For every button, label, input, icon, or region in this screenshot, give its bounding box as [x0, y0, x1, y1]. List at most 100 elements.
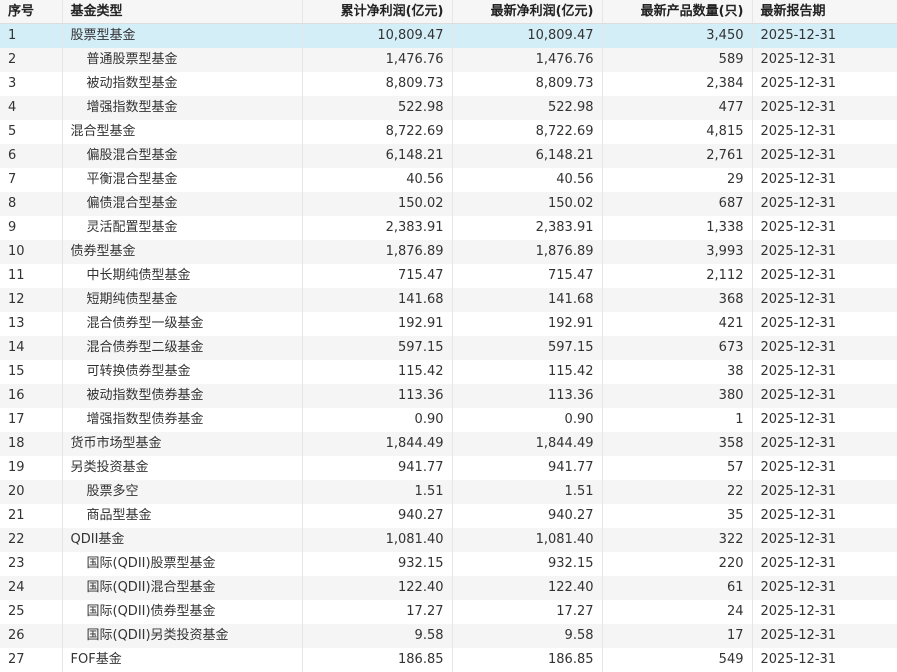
cell-cumulative-profit: 522.98 — [302, 96, 452, 120]
cell-report-date: 2025-12-31 — [752, 144, 897, 168]
header-product-count[interactable]: 最新产品数量(只) — [602, 0, 752, 24]
cell-index: 9 — [0, 216, 62, 240]
cell-fund-type: 增强指数型基金 — [62, 96, 302, 120]
table-row[interactable]: 6偏股混合型基金6,148.216,148.212,7612025-12-31 — [0, 144, 897, 168]
cell-report-date: 2025-12-31 — [752, 384, 897, 408]
header-cumulative-profit[interactable]: 累计净利润(亿元) — [302, 0, 452, 24]
cell-product-count: 358 — [602, 432, 752, 456]
cell-product-count: 57 — [602, 456, 752, 480]
cell-report-date: 2025-12-31 — [752, 168, 897, 192]
cell-cumulative-profit: 17.27 — [302, 600, 452, 624]
cell-report-date: 2025-12-31 — [752, 336, 897, 360]
cell-cumulative-profit: 0.90 — [302, 408, 452, 432]
cell-product-count: 35 — [602, 504, 752, 528]
cell-report-date: 2025-12-31 — [752, 600, 897, 624]
table-row[interactable]: 26国际(QDII)另类投资基金9.589.58172025-12-31 — [0, 624, 897, 648]
cell-product-count: 2,761 — [602, 144, 752, 168]
cell-latest-profit: 715.47 — [452, 264, 602, 288]
cell-report-date: 2025-12-31 — [752, 528, 897, 552]
cell-fund-type: 另类投资基金 — [62, 456, 302, 480]
cell-fund-type: 国际(QDII)混合型基金 — [62, 576, 302, 600]
cell-product-count: 4,815 — [602, 120, 752, 144]
table-row[interactable]: 4增强指数型基金522.98522.984772025-12-31 — [0, 96, 897, 120]
cell-fund-type: 国际(QDII)股票型基金 — [62, 552, 302, 576]
table-row[interactable]: 23国际(QDII)股票型基金932.15932.152202025-12-31 — [0, 552, 897, 576]
cell-fund-type: 货币市场型基金 — [62, 432, 302, 456]
cell-index: 6 — [0, 144, 62, 168]
table-row[interactable]: 7平衡混合型基金40.5640.56292025-12-31 — [0, 168, 897, 192]
cell-product-count: 61 — [602, 576, 752, 600]
header-latest-profit[interactable]: 最新净利润(亿元) — [452, 0, 602, 24]
table-row[interactable]: 14混合债券型二级基金597.15597.156732025-12-31 — [0, 336, 897, 360]
table-row[interactable]: 2普通股票型基金1,476.761,476.765892025-12-31 — [0, 48, 897, 72]
cell-index: 7 — [0, 168, 62, 192]
cell-cumulative-profit: 1,081.40 — [302, 528, 452, 552]
cell-product-count: 3,993 — [602, 240, 752, 264]
table-row[interactable]: 22QDII基金1,081.401,081.403222025-12-31 — [0, 528, 897, 552]
cell-product-count: 2,384 — [602, 72, 752, 96]
table-row[interactable]: 18货币市场型基金1,844.491,844.493582025-12-31 — [0, 432, 897, 456]
table-row[interactable]: 5混合型基金8,722.698,722.694,8152025-12-31 — [0, 120, 897, 144]
header-report-date[interactable]: 最新报告期 — [752, 0, 897, 24]
cell-report-date: 2025-12-31 — [752, 408, 897, 432]
cell-product-count: 380 — [602, 384, 752, 408]
cell-index: 15 — [0, 360, 62, 384]
cell-report-date: 2025-12-31 — [752, 576, 897, 600]
table-row[interactable]: 20股票多空1.511.51222025-12-31 — [0, 480, 897, 504]
table-row[interactable]: 3被动指数型基金8,809.738,809.732,3842025-12-31 — [0, 72, 897, 96]
cell-cumulative-profit: 8,809.73 — [302, 72, 452, 96]
table-row[interactable]: 12短期纯债型基金141.68141.683682025-12-31 — [0, 288, 897, 312]
cell-cumulative-profit: 9.58 — [302, 624, 452, 648]
cell-fund-type: 混合型基金 — [62, 120, 302, 144]
cell-product-count: 421 — [602, 312, 752, 336]
cell-product-count: 673 — [602, 336, 752, 360]
cell-product-count: 3,450 — [602, 24, 752, 49]
cell-index: 21 — [0, 504, 62, 528]
cell-cumulative-profit: 150.02 — [302, 192, 452, 216]
cell-latest-profit: 192.91 — [452, 312, 602, 336]
cell-report-date: 2025-12-31 — [752, 504, 897, 528]
cell-product-count: 2,112 — [602, 264, 752, 288]
table-row[interactable]: 24国际(QDII)混合型基金122.40122.40612025-12-31 — [0, 576, 897, 600]
cell-latest-profit: 932.15 — [452, 552, 602, 576]
table-row[interactable]: 25国际(QDII)债券型基金17.2717.27242025-12-31 — [0, 600, 897, 624]
cell-latest-profit: 1,081.40 — [452, 528, 602, 552]
cell-fund-type: 灵活配置型基金 — [62, 216, 302, 240]
cell-latest-profit: 597.15 — [452, 336, 602, 360]
table-row[interactable]: 17增强指数型债券基金0.900.9012025-12-31 — [0, 408, 897, 432]
cell-cumulative-profit: 1,844.49 — [302, 432, 452, 456]
cell-report-date: 2025-12-31 — [752, 648, 897, 672]
header-fund-type[interactable]: 基金类型 — [62, 0, 302, 24]
cell-index: 24 — [0, 576, 62, 600]
table-row[interactable]: 19另类投资基金941.77941.77572025-12-31 — [0, 456, 897, 480]
cell-report-date: 2025-12-31 — [752, 48, 897, 72]
cell-report-date: 2025-12-31 — [752, 624, 897, 648]
cell-latest-profit: 150.02 — [452, 192, 602, 216]
cell-fund-type: QDII基金 — [62, 528, 302, 552]
cell-fund-type: 可转换债券型基金 — [62, 360, 302, 384]
table-row[interactable]: 1股票型基金10,809.4710,809.473,4502025-12-31 — [0, 24, 897, 49]
table-row[interactable]: 9灵活配置型基金2,383.912,383.911,3382025-12-31 — [0, 216, 897, 240]
cell-report-date: 2025-12-31 — [752, 288, 897, 312]
cell-cumulative-profit: 597.15 — [302, 336, 452, 360]
header-index[interactable]: 序号 — [0, 0, 62, 24]
table-row[interactable]: 21商品型基金940.27940.27352025-12-31 — [0, 504, 897, 528]
cell-product-count: 29 — [602, 168, 752, 192]
table-row[interactable]: 11中长期纯债型基金715.47715.472,1122025-12-31 — [0, 264, 897, 288]
cell-index: 18 — [0, 432, 62, 456]
table-row[interactable]: 13混合债券型一级基金192.91192.914212025-12-31 — [0, 312, 897, 336]
table-row[interactable]: 15可转换债券型基金115.42115.42382025-12-31 — [0, 360, 897, 384]
table-row[interactable]: 10债券型基金1,876.891,876.893,9932025-12-31 — [0, 240, 897, 264]
cell-index: 20 — [0, 480, 62, 504]
cell-product-count: 477 — [602, 96, 752, 120]
table-row[interactable]: 8偏债混合型基金150.02150.026872025-12-31 — [0, 192, 897, 216]
cell-cumulative-profit: 2,383.91 — [302, 216, 452, 240]
cell-cumulative-profit: 40.56 — [302, 168, 452, 192]
table-row[interactable]: 16被动指数型债券基金113.36113.363802025-12-31 — [0, 384, 897, 408]
cell-fund-type: FOF基金 — [62, 648, 302, 672]
cell-latest-profit: 941.77 — [452, 456, 602, 480]
table-row[interactable]: 27FOF基金186.85186.855492025-12-31 — [0, 648, 897, 672]
cell-fund-type: 股票多空 — [62, 480, 302, 504]
cell-index: 12 — [0, 288, 62, 312]
cell-latest-profit: 186.85 — [452, 648, 602, 672]
